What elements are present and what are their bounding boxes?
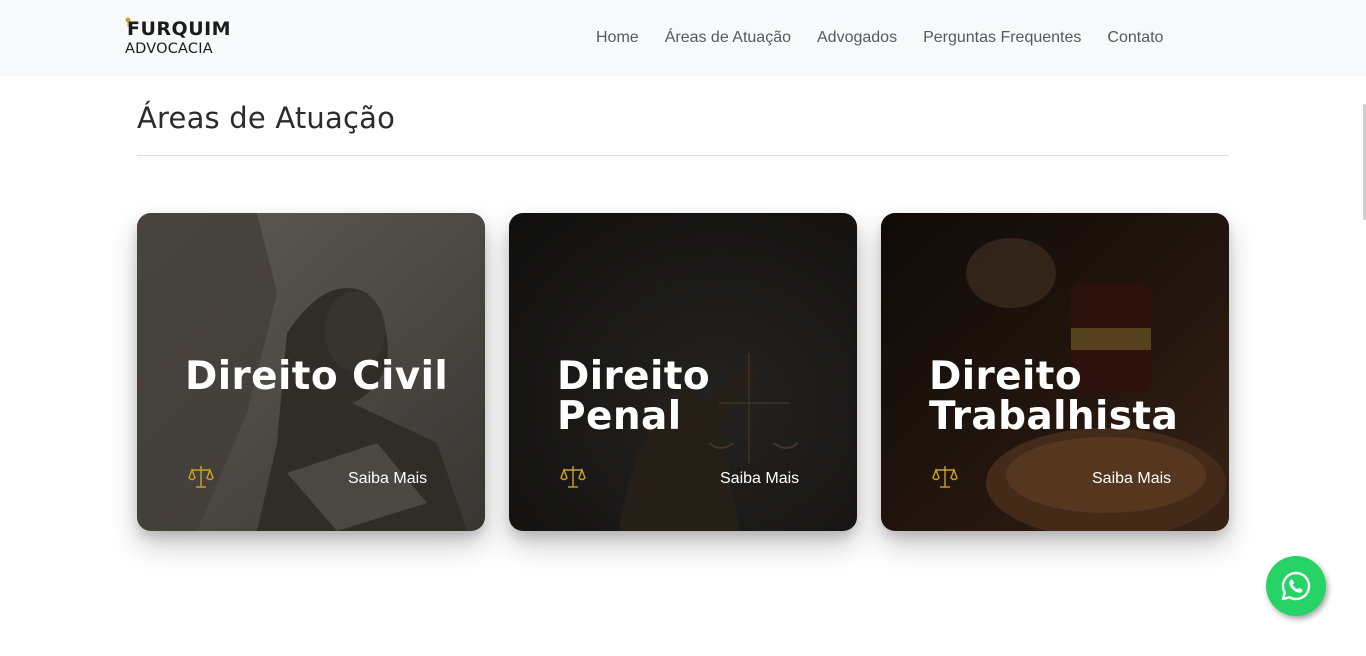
section-title: Áreas de Atuação [137,101,396,135]
scales-icon [188,466,214,488]
nav-link-contato[interactable]: Contato [1107,27,1163,49]
card-title: Direito Penal [557,354,711,439]
nav-link-home[interactable]: Home [596,27,639,49]
practice-card-civil[interactable]: Direito Civil Saiba Mais [137,213,485,531]
scales-icon [560,466,586,488]
scales-icon [932,466,958,488]
nav-link-faq[interactable]: Perguntas Frequentes [923,27,1081,49]
logo[interactable]: FURQUIM ADVOCACIA [125,17,235,60]
card-title: Direito Civil [185,354,449,399]
logo-name: FURQUIM [127,18,232,40]
saiba-mais-link[interactable]: Saiba Mais [1092,470,1171,488]
nav-link-advogados[interactable]: Advogados [817,27,897,49]
card-title: Direito Trabalhista [929,354,1179,439]
whatsapp-button[interactable] [1266,556,1326,616]
saiba-mais-link[interactable]: Saiba Mais [720,470,799,488]
navbar: FURQUIM ADVOCACIA Home Áreas de Atuação … [0,0,1366,76]
nav-links: Home Áreas de Atuação Advogados Pergunta… [596,27,1163,49]
nav-link-areas[interactable]: Áreas de Atuação [665,27,791,49]
practice-card-trabalhista[interactable]: Direito Trabalhista Saiba Mais [881,213,1229,531]
section-divider [137,155,1229,156]
logo-subtitle: ADVOCACIA [125,41,213,57]
saiba-mais-link[interactable]: Saiba Mais [348,470,427,488]
practice-card-penal[interactable]: Direito Penal Saiba Mais [509,213,857,531]
whatsapp-icon [1281,571,1311,601]
